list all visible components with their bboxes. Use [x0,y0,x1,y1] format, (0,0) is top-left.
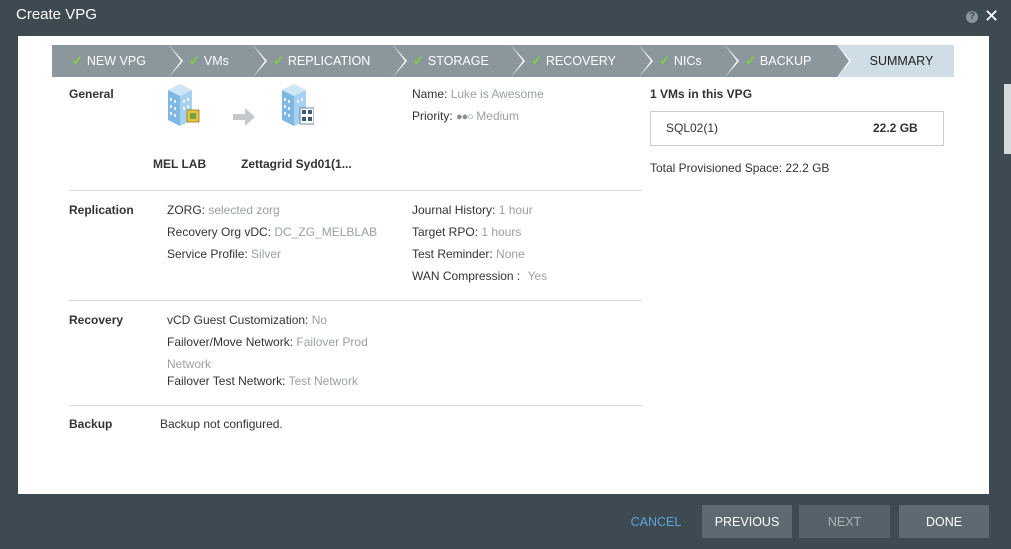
service-profile-label: Service Profile: [167,247,248,261]
failover-network-row: Failover/Move Network: Failover Prod [167,335,368,349]
check-icon: ✓ [273,53,284,68]
target-rpo-row: Target RPO: 1 hours [412,225,521,239]
failover-value-continued: Network [167,357,212,371]
service-profile-row: Service Profile: Silver [167,247,281,261]
wizard-steps: ✓ NEW VPG ✓ VMs ✓ REPLICATION ✓ STORAGE … [52,45,954,77]
wan-label: WAN Compression : [412,269,521,283]
test-reminder-label: Test Reminder: [412,247,493,261]
source-site-icon [168,84,200,126]
vm-size: 22.2 GB [873,121,918,135]
target-site-label: Zettagrid Syd01(1... [241,157,352,171]
background-panel-peek [1004,84,1011,154]
total-provisioned-space: Total Provisioned Space: 22.2 GB [650,161,830,175]
step-label: VMs [203,54,229,68]
backup-heading: Backup [69,417,113,431]
divider [69,190,642,191]
step-summary[interactable]: SUMMARY [837,45,954,77]
previous-button[interactable]: PREVIOUS [702,505,792,538]
test-reminder-row: Test Reminder: None [412,247,525,261]
target-site-icon [282,84,314,126]
check-icon: ✓ [413,53,424,68]
arrow-right-icon [233,108,255,126]
vm-name: SQL02(1) [666,121,719,135]
priority-value: Medium [476,109,519,123]
step-label: RECOVERY [545,54,616,68]
priority-dots-icon: ●●○ [456,111,474,123]
help-icon[interactable]: ? [966,11,978,23]
test-reminder-value: None [496,247,525,261]
guest-customization-row: vCD Guest Customization: No [167,313,327,327]
replication-heading: Replication [69,203,134,217]
service-profile-value: Silver [251,247,282,261]
check-icon: ✓ [72,53,83,68]
step-storage[interactable]: ✓ STORAGE [393,45,525,77]
priority-row: Priority: ●●○ Medium [412,109,519,123]
divider [69,300,642,301]
step-replication[interactable]: ✓ REPLICATION [253,45,407,77]
vpg-name-row: Name: Luke is Awesome [412,87,544,101]
check-icon: ✓ [189,53,200,68]
general-heading: General [69,87,114,101]
title-bar: Create VPG ? ✕ [0,0,1011,34]
dialog-title: Create VPG [16,6,97,23]
step-new-vpg[interactable]: ✓ NEW VPG [52,45,183,77]
vms-heading: 1 VMs in this VPG [650,87,753,101]
journal-label: Journal History: [412,203,496,217]
rpo-value: 1 hours [481,225,522,239]
test-net-value: Test Network [288,374,358,388]
recovery-org-value: DC_ZG_MELBLAB [274,225,378,239]
source-site-label: MEL LAB [153,157,207,171]
next-button[interactable]: NEXT [799,505,890,538]
zorg-row: ZORG: selected zorg [167,203,280,217]
step-recovery[interactable]: ✓ RECOVERY [511,45,653,77]
recovery-org-label: Recovery Org vDC: [167,225,272,239]
step-label: BACKUP [759,54,812,68]
name-label: Name: [412,87,448,101]
journal-value: 1 hour [498,203,533,217]
failover-label: Failover/Move Network: [167,335,294,349]
zorg-label: ZORG: [167,203,205,217]
wan-value: Yes [527,269,548,283]
step-label: NEW VPG [86,54,146,68]
guest-label: vCD Guest Customization: [167,313,309,327]
wan-compression-row: WAN Compression : Yes [412,269,547,283]
journal-history-row: Journal History: 1 hour [412,203,533,217]
failover-value: Failover Prod [296,335,368,349]
done-button[interactable]: DONE [899,505,989,538]
create-vpg-dialog: Create VPG ? ✕ ✓ NEW VPG ✓ VMs ✓ REPLICA… [0,0,1011,549]
failover-test-network-row: Failover Test Network: Test Network [167,374,358,388]
check-icon: ✓ [745,53,756,68]
check-icon: ✓ [531,53,542,68]
rpo-label: Target RPO: [412,225,479,239]
dialog-content: ✓ NEW VPG ✓ VMs ✓ REPLICATION ✓ STORAGE … [18,36,989,494]
step-label: REPLICATION [287,54,371,68]
close-icon[interactable]: ✕ [984,6,999,26]
vm-list-item[interactable]: SQL02(1) 22.2 GB [650,111,944,146]
step-backup[interactable]: ✓ BACKUP [725,45,851,77]
backup-value: Backup not configured. [160,417,283,431]
priority-label: Priority: [412,109,453,123]
divider [69,405,642,406]
name-value: Luke is Awesome [450,87,544,101]
check-icon: ✓ [659,53,670,68]
step-label: SUMMARY [869,54,934,68]
recovery-org-row: Recovery Org vDC: DC_ZG_MELBLAB [167,225,377,239]
recovery-heading: Recovery [69,313,124,327]
test-net-label: Failover Test Network: [167,374,286,388]
guest-value: No [311,313,328,327]
zorg-value: selected zorg [208,203,280,217]
step-label: NICs [673,54,702,68]
cancel-button[interactable]: CANCEL [620,505,692,538]
step-label: STORAGE [427,54,489,68]
